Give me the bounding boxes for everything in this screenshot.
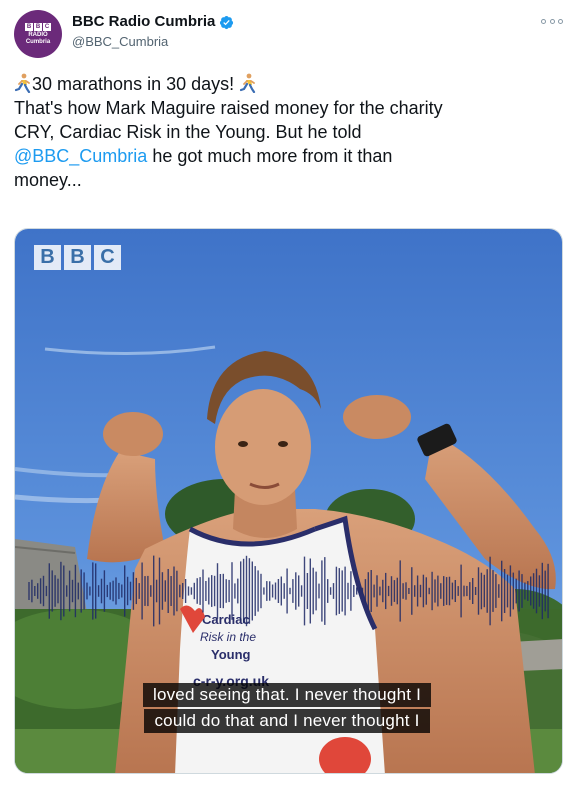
- tweet-card[interactable]: B B C RADIO Cumbria BBC Radio Cumbria @B…: [0, 0, 577, 791]
- bbc-logo-b2: B: [64, 245, 91, 270]
- avatar-bbc-b1: B: [25, 22, 33, 31]
- tweet-header: B B C RADIO Cumbria BBC Radio Cumbria @B…: [14, 10, 563, 62]
- tweet-line-2: That's how Mark Maguire raised money for…: [14, 98, 443, 118]
- tweet-line-3: CRY, Cardiac Risk in the Young. But he t…: [14, 122, 362, 142]
- avatar-bbc-c: C: [43, 22, 51, 31]
- bbc-logo-b1: B: [34, 245, 61, 270]
- more-dot-3: [558, 18, 563, 24]
- verified-badge-icon: [220, 15, 234, 29]
- more-dot-2: [549, 18, 555, 24]
- avatar-cumbria-text: Cumbria: [25, 38, 51, 45]
- mention-link[interactable]: @BBC_Cumbria: [14, 146, 147, 166]
- caption-line-1: loved seeing that. I never thought I: [142, 683, 432, 707]
- video-player[interactable]: Cardiac Risk in the Young c-r-y.org.uk B…: [14, 228, 563, 774]
- caption-line-2: could do that and I never thought I: [144, 709, 430, 733]
- tweet-line-5: money...: [14, 170, 82, 190]
- tweet-line-4: @BBC_Cumbria he got much more from it th…: [14, 144, 563, 168]
- avatar-bbc-b2: B: [34, 22, 42, 31]
- bbc-logo: B B C: [34, 245, 121, 270]
- avatar-radio-text: RADIO: [28, 31, 48, 38]
- account-handle[interactable]: @BBC_Cumbria: [72, 33, 234, 51]
- account-names: BBC Radio Cumbria @BBC_Cumbria: [72, 12, 234, 51]
- tweet-line-1-text: 30 marathons in 30 days!: [32, 74, 235, 94]
- tweet-text: 30 marathons in 30 days! That's how Mark…: [14, 72, 563, 192]
- display-name-row[interactable]: BBC Radio Cumbria: [72, 12, 234, 32]
- video-captions: loved seeing that. I never thought I cou…: [107, 683, 467, 735]
- display-name[interactable]: BBC Radio Cumbria: [72, 12, 215, 32]
- runner-emoji-icon: [14, 73, 31, 93]
- bbc-logo-c: C: [94, 245, 121, 270]
- tweet-line-4-rest: he got much more from it than: [147, 146, 393, 166]
- more-options-icon[interactable]: [541, 14, 563, 28]
- avatar[interactable]: B B C RADIO Cumbria: [14, 10, 62, 58]
- avatar-bbc-blocks: B B C: [25, 22, 51, 31]
- tweet-line-1: 30 marathons in 30 days!: [14, 72, 563, 96]
- runner-emoji-icon: [240, 73, 256, 93]
- more-dot-1: [541, 18, 546, 24]
